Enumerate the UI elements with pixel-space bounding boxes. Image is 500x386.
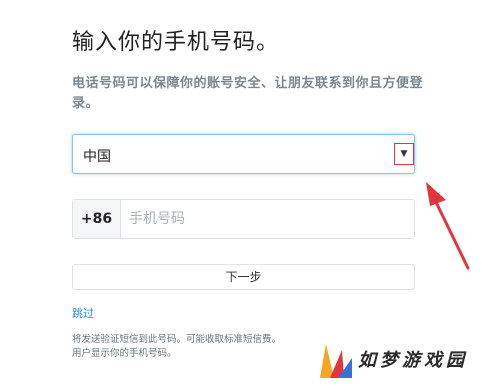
country-select[interactable]: 中国 ▼ — [72, 134, 415, 174]
phone-signup-page: 输入你的手机号码。 电话号码可以保障你的账号安全、让朋友联系到你且方便登录。 中… — [0, 0, 500, 386]
sms-notice: 将发送验证短信到此号码。可能收取标准短信费。 用户显示你的手机号码。 — [72, 333, 342, 361]
country-code-label: +86 — [73, 200, 121, 238]
country-select-value: 中国 — [83, 149, 111, 165]
watermark-logo-icon — [320, 344, 352, 378]
caret-down-icon[interactable]: ▼ — [394, 143, 414, 165]
phone-input-group: +86 — [72, 199, 415, 239]
skip-link[interactable]: 跳过 — [72, 305, 94, 321]
watermark: 如梦游戏园 — [312, 336, 497, 382]
phone-number-input[interactable] — [121, 200, 411, 238]
sms-notice-line-1: 将发送验证短信到此号码。可能收取标准短信费。 — [72, 334, 282, 345]
next-step-button[interactable]: 下一步 — [72, 264, 415, 290]
sms-notice-line-2: 用户显示你的手机号码。 — [72, 348, 177, 359]
annotation-arrow-icon — [426, 182, 470, 270]
watermark-text: 如梦游戏园 — [358, 350, 468, 371]
page-subtitle: 电话号码可以保障你的账号安全、让朋友联系到你且方便登录。 — [72, 76, 424, 111]
page-title: 输入你的手机号码。 — [72, 30, 280, 55]
